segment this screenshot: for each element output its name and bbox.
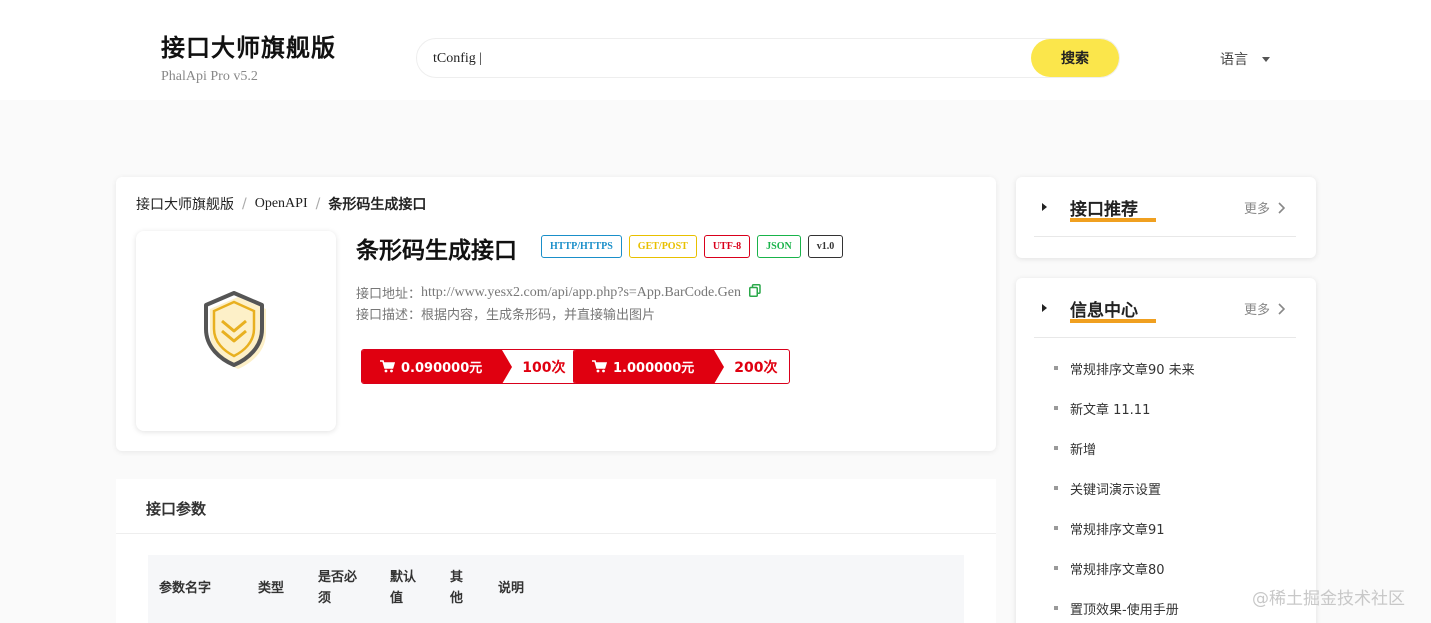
caret-down-icon: [1262, 56, 1270, 62]
info-center-card: 信息中心 更多 常规排序文章90 未来 新文章 11.11 新增 关键词演示设置…: [1016, 278, 1316, 623]
recommend-more-link[interactable]: 更多: [1244, 198, 1286, 217]
title-underline: [1070, 218, 1156, 222]
info-center-header: 信息中心 更多: [1016, 278, 1316, 338]
params-title: 接口参数: [146, 500, 207, 518]
api-description-label: 接口描述：: [356, 308, 422, 323]
list-item[interactable]: 常规排序文章90 未来: [1054, 348, 1195, 388]
price-option-1-price: 0.090000元: [362, 350, 513, 383]
tag-method: GET/POST: [628, 235, 697, 258]
list-item[interactable]: 常规排序文章80: [1054, 548, 1195, 588]
search-button[interactable]: 搜索: [1031, 39, 1119, 77]
recommend-card: 接口推荐 更多: [1016, 177, 1316, 258]
tag-protocol: HTTP/HTTPS: [541, 235, 622, 258]
col-other: 其 他: [450, 570, 464, 606]
list-item[interactable]: 新增: [1054, 428, 1195, 468]
caret-right-icon: [1042, 203, 1047, 211]
breadcrumb-home[interactable]: 接口大师旗舰版: [136, 194, 234, 214]
price-option-1[interactable]: 0.090000元 100次: [361, 349, 578, 384]
bullet-icon: [1054, 486, 1058, 490]
divider: [1034, 236, 1296, 237]
cart-icon: [380, 360, 395, 373]
col-default: 默认 值: [390, 570, 417, 606]
col-type: 类型: [258, 581, 285, 596]
api-detail-card: 接口大师旗舰版 / OpenAPI / 条形码生成接口 条形码生成接口 HTTP…: [116, 177, 996, 451]
breadcrumb-separator: /: [242, 196, 247, 212]
api-description: 接口描述： 根据内容，生成条形码，并直接输出图片: [356, 304, 655, 323]
top-header: 接口大师旗舰版 PhalApi Pro v5.2 搜索 语言: [0, 0, 1431, 100]
bullet-icon: [1054, 406, 1058, 410]
language-label: 语言: [1220, 52, 1248, 68]
api-address-label: 接口地址：: [356, 287, 422, 302]
breadcrumb-current: 条形码生成接口: [328, 197, 427, 213]
bullet-icon: [1054, 606, 1058, 610]
chevron-right-icon: [1278, 302, 1286, 315]
bullet-icon: [1054, 446, 1058, 450]
api-tags: HTTP/HTTPS GET/POST UTF-8 JSON v1.0: [541, 235, 850, 258]
list-item[interactable]: 新文章 11.11: [1054, 388, 1195, 428]
copy-icon[interactable]: [749, 284, 761, 301]
api-address: 接口地址： http://www.yesx2.com/api/app.php?s…: [356, 283, 761, 302]
col-description: 说明: [498, 581, 525, 596]
price-option-2[interactable]: 1.000000元 200次: [573, 349, 790, 384]
language-dropdown[interactable]: 语言: [1220, 49, 1270, 69]
price-option-2-price: 1.000000元: [574, 350, 725, 383]
bullet-icon: [1054, 566, 1058, 570]
api-title: 条形码生成接口: [356, 238, 517, 264]
list-item[interactable]: 常规排序文章91: [1054, 508, 1195, 548]
divider: [116, 533, 996, 534]
params-card: 接口参数 参数名字 类型 是否必 须 默认 值 其 他 说明: [116, 479, 996, 623]
search-bar: 搜索: [416, 38, 1120, 78]
breadcrumb-separator: /: [315, 196, 321, 212]
chevron-right-icon: [1278, 201, 1286, 214]
brand-subtitle: PhalApi Pro v5.2: [161, 69, 258, 84]
recommend-title: 接口推荐: [1070, 200, 1138, 220]
recommend-header: 接口推荐 更多: [1016, 177, 1316, 237]
cart-icon: [592, 360, 607, 373]
tag-charset: UTF-8: [703, 235, 751, 258]
api-address-url[interactable]: http://www.yesx2.com/api/app.php?s=App.B…: [421, 285, 741, 301]
list-item[interactable]: 置顶效果-使用手册: [1054, 588, 1195, 623]
divider: [1034, 337, 1296, 338]
tag-format: JSON: [757, 235, 801, 258]
shield-icon: [204, 291, 266, 369]
col-required: 是否必 须: [318, 570, 358, 606]
info-center-title: 信息中心: [1070, 301, 1138, 321]
bullet-icon: [1054, 526, 1058, 530]
caret-right-icon: [1042, 304, 1047, 312]
api-description-text: 根据内容，生成条形码，并直接输出图片: [421, 308, 656, 323]
news-list: 常规排序文章90 未来 新文章 11.11 新增 关键词演示设置 常规排序文章9…: [1054, 348, 1195, 623]
title-underline: [1070, 319, 1156, 323]
price-option-2-count: 200次: [734, 359, 778, 376]
col-param-name: 参数名字: [159, 581, 212, 596]
brand-title[interactable]: 接口大师旗舰版: [161, 28, 336, 63]
api-logo: [136, 231, 336, 431]
tag-version: v1.0: [807, 235, 844, 258]
breadcrumb: 接口大师旗舰版 / OpenAPI / 条形码生成接口: [136, 194, 426, 214]
breadcrumb-openapi[interactable]: OpenAPI: [255, 196, 308, 212]
search-input[interactable]: [433, 48, 1013, 70]
params-table-header: 参数名字 类型 是否必 须 默认 值 其 他 说明: [148, 555, 964, 623]
bullet-icon: [1054, 366, 1058, 370]
info-center-more-link[interactable]: 更多: [1244, 299, 1286, 318]
watermark: @稀土掘金技术社区: [1252, 589, 1405, 609]
list-item[interactable]: 关键词演示设置: [1054, 468, 1195, 508]
price-option-1-count: 100次: [522, 359, 566, 376]
